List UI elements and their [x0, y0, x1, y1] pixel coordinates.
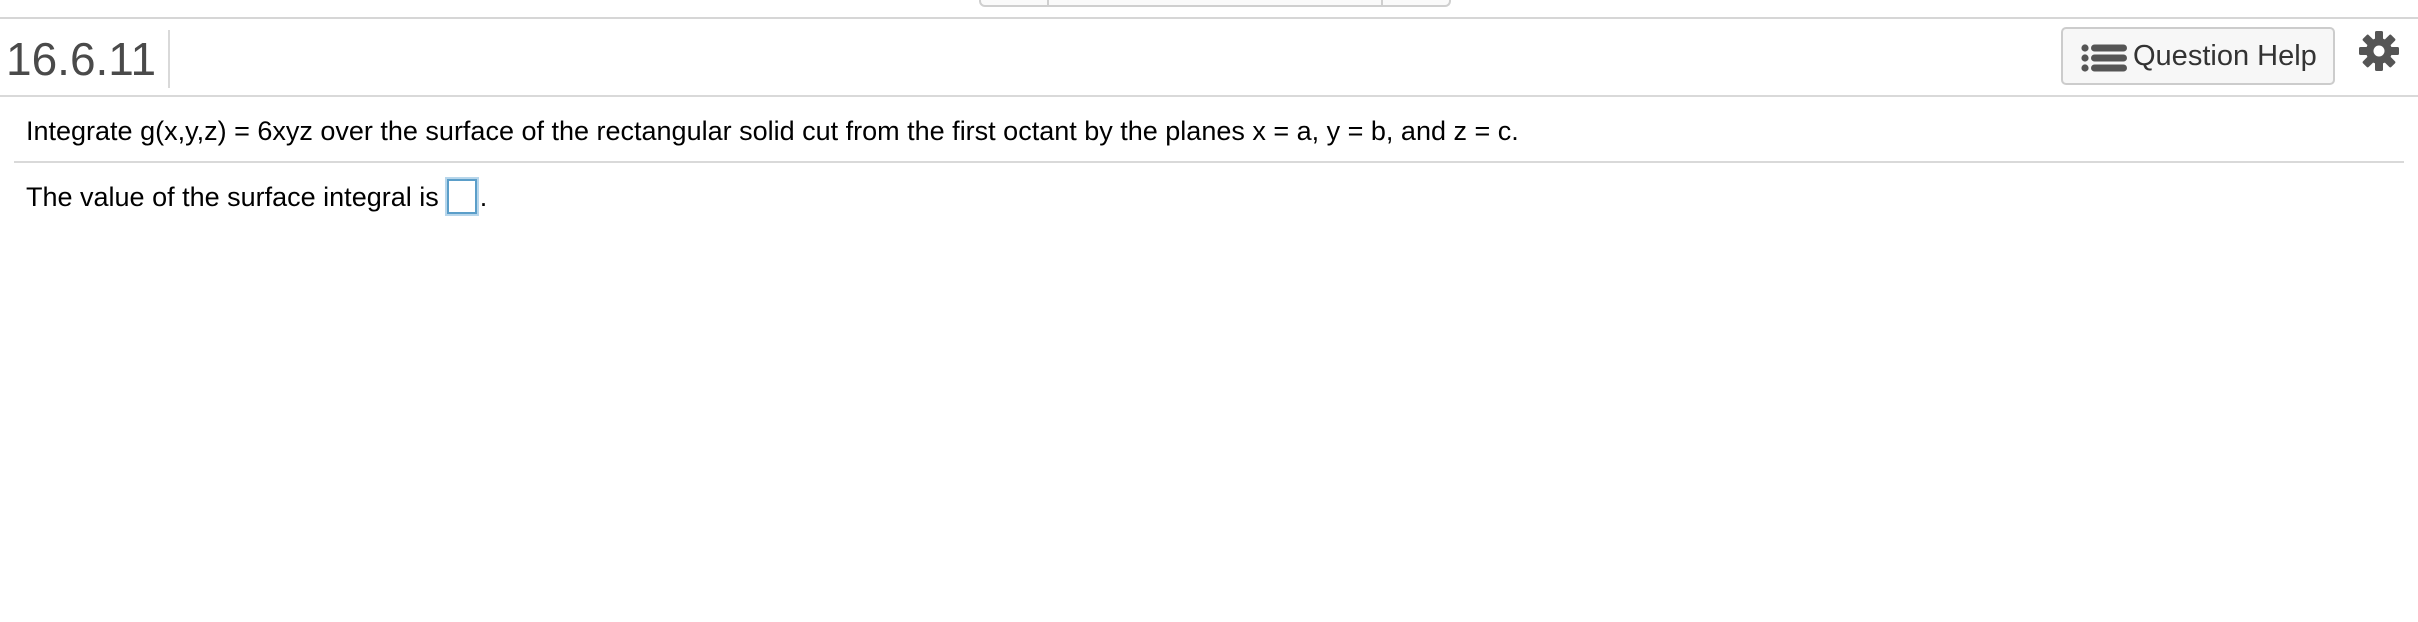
answer-input[interactable]: [446, 179, 477, 215]
question-header: 16.6.11 Question Help: [0, 19, 2418, 97]
gear-icon[interactable]: [2358, 30, 2400, 72]
question-help-button[interactable]: Question Help: [2061, 27, 2335, 85]
list-icon: [2081, 44, 2127, 72]
question-stem: Integrate g(x,y,z) = 6xyz over the surfa…: [26, 116, 1519, 146]
question-navigation[interactable]: [979, 0, 1451, 7]
answer-period: .: [479, 182, 488, 212]
nav-separator: [1381, 0, 1383, 5]
question-help-label: Question Help: [2133, 40, 2317, 72]
answer-prompt: The value of the surface integral is: [26, 182, 439, 212]
top-strip: [0, 0, 2418, 19]
divider: [14, 161, 2404, 163]
nav-separator: [1047, 0, 1049, 5]
question-number: 16.6.11: [6, 30, 171, 88]
answer-line: The value of the surface integral is.: [26, 178, 487, 216]
